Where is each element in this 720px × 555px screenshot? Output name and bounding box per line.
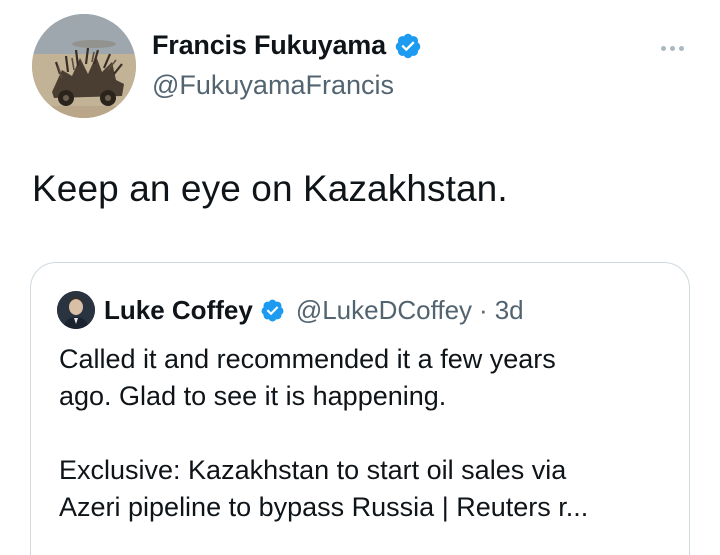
verified-badge-icon (394, 32, 422, 60)
timestamp-separator: · (479, 294, 488, 325)
more-dot (660, 45, 666, 51)
quoted-tweet-header: Luke Coffey @LukeDCoffey · 3d (57, 291, 524, 329)
more-options-icon[interactable] (650, 36, 694, 60)
desert-vehicle-avatar-image (32, 14, 136, 118)
quoted-tweet-timestamp[interactable]: 3d (495, 295, 524, 326)
quoted-author-avatar[interactable] (57, 291, 95, 329)
more-dot (678, 45, 684, 51)
quoted-text-line: Called it and recommended it a few years (59, 344, 556, 374)
quoted-link-preview-line[interactable]: Exclusive: Kazakhstan to start oil sales… (59, 452, 679, 489)
quoted-tweet-body: Called it and recommended it a few years… (59, 341, 679, 526)
author-avatar[interactable] (32, 14, 136, 118)
person-avatar-icon (57, 291, 95, 329)
verified-badge-icon (260, 298, 285, 323)
tweet: Francis Fukuyama @FukuyamaFrancis Keep a… (0, 0, 720, 555)
quoted-author-name[interactable]: Luke Coffey (104, 295, 253, 326)
more-dot (669, 45, 675, 51)
quoted-text-line: ago. Glad to see it is happening. (59, 381, 447, 411)
author-name-row: Francis Fukuyama (152, 30, 422, 61)
quoted-tweet-card[interactable]: Luke Coffey @LukeDCoffey · 3d Called it … (30, 262, 690, 555)
quoted-author-handle[interactable]: @LukeDCoffey (296, 295, 472, 326)
author-handle[interactable]: @FukuyamaFrancis (152, 70, 394, 101)
tweet-text: Keep an eye on Kazakhstan. (32, 168, 508, 209)
quoted-link-preview-line[interactable]: Azeri pipeline to bypass Russia | Reuter… (59, 489, 679, 526)
author-name[interactable]: Francis Fukuyama (152, 30, 386, 61)
